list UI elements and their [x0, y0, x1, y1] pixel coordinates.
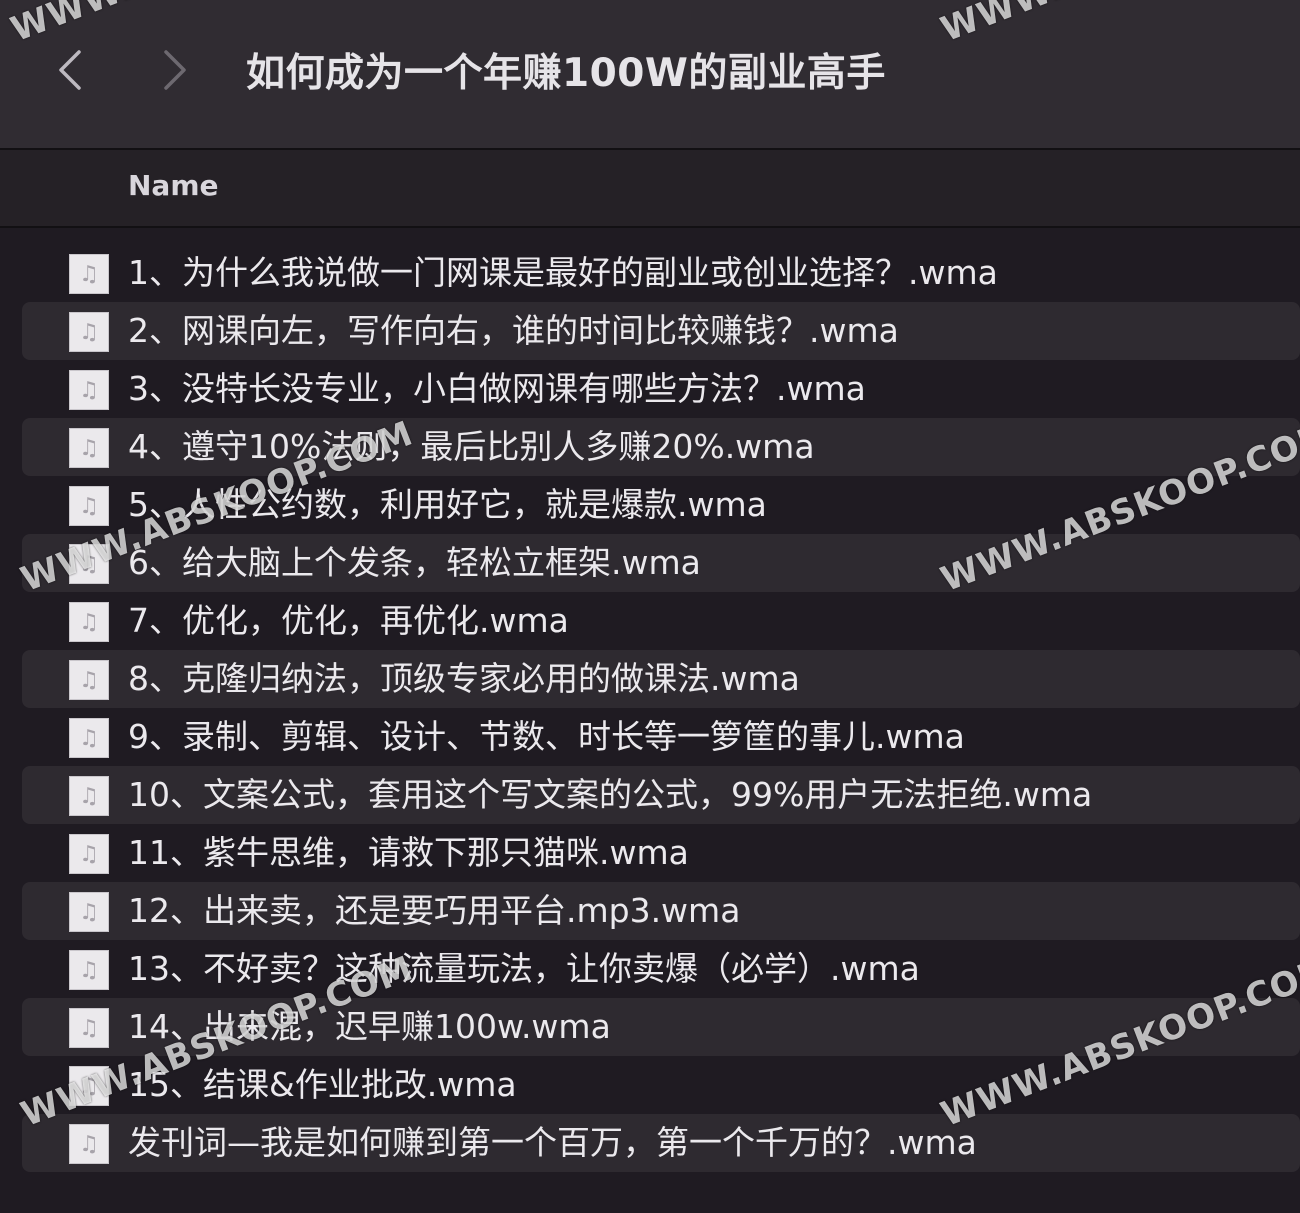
audio-file-icon: ♫: [69, 370, 109, 410]
file-name: 10、文案公式，套用这个写文案的公式，99%用户无法拒绝.wma: [128, 775, 1093, 814]
file-name: 15、结课&作业批改.wma: [128, 1065, 517, 1104]
file-row[interactable]: ♫ 11、紫牛思维，请救下那只猫咪.wma: [22, 824, 1300, 882]
name-column-header[interactable]: Name: [128, 169, 219, 202]
audio-file-icon: ♫: [69, 428, 109, 468]
file-name: 3、没特长没专业，小白做网课有哪些方法？.wma: [128, 369, 866, 408]
audio-file-icon: ♫: [69, 660, 109, 700]
file-name: 7、优化，优化，再优化.wma: [128, 601, 569, 640]
back-button[interactable]: [40, 38, 100, 102]
file-row[interactable]: ♫ 14、出来混，迟早赚100w.wma: [22, 998, 1300, 1056]
audio-file-icon: ♫: [69, 486, 109, 526]
file-name: 2、网课向左，写作向右，谁的时间比较赚钱？.wma: [128, 311, 899, 350]
audio-file-icon: ♫: [69, 950, 109, 990]
titlebar: 如何成为一个年赚100W的副业高手: [0, 0, 1300, 150]
file-name: 12、出来卖，还是要巧用平台.mp3.wma: [128, 891, 741, 930]
finder-window: 如何成为一个年赚100W的副业高手 Name ♫ 1、为什么我说做一门网课是最好的…: [0, 0, 1300, 1213]
file-name: 14、出来混，迟早赚100w.wma: [128, 1007, 611, 1046]
file-name: 5、人性公约数，利用好它，就是爆款.wma: [128, 485, 767, 524]
file-row[interactable]: ♫ 5、人性公约数，利用好它，就是爆款.wma: [22, 476, 1300, 534]
file-name: 发刊词—我是如何赚到第一个百万，第一个千万的？.wma: [128, 1123, 977, 1162]
audio-file-icon: ♫: [69, 834, 109, 874]
file-row[interactable]: ♫ 8、克隆归纳法，顶级专家必用的做课法.wma: [22, 650, 1300, 708]
chevron-left-icon: [59, 50, 81, 90]
file-row[interactable]: ♫ 9、录制、剪辑、设计、节数、时长等一箩筐的事儿.wma: [22, 708, 1300, 766]
chevron-right-icon: [164, 50, 186, 90]
file-name: 9、录制、剪辑、设计、节数、时长等一箩筐的事儿.wma: [128, 717, 965, 756]
audio-file-icon: ♫: [69, 1066, 109, 1106]
file-row[interactable]: ♫ 12、出来卖，还是要巧用平台.mp3.wma: [22, 882, 1300, 940]
audio-file-icon: ♫: [69, 602, 109, 642]
file-name: 1、为什么我说做一门网课是最好的副业或创业选择？.wma: [128, 253, 998, 292]
file-row[interactable]: ♫ 2、网课向左，写作向右，谁的时间比较赚钱？.wma: [22, 302, 1300, 360]
file-row[interactable]: ♫ 15、结课&作业批改.wma: [22, 1056, 1300, 1114]
audio-file-icon: ♫: [69, 892, 109, 932]
file-name: 6、给大脑上个发条，轻松立框架.wma: [128, 543, 701, 582]
file-name: 13、不好卖？这种流量玩法，让你卖爆（必学）.wma: [128, 949, 920, 988]
forward-button[interactable]: [145, 38, 205, 102]
file-row[interactable]: ♫ 10、文案公式，套用这个写文案的公式，99%用户无法拒绝.wma: [22, 766, 1300, 824]
file-row[interactable]: ♫ 3、没特长没专业，小白做网课有哪些方法？.wma: [22, 360, 1300, 418]
column-header: Name: [0, 150, 1300, 228]
file-list: ♫ 1、为什么我说做一门网课是最好的副业或创业选择？.wma ♫ 2、网课向左，写作向…: [0, 244, 1300, 1172]
file-row[interactable]: ♫ 6、给大脑上个发条，轻松立框架.wma: [22, 534, 1300, 592]
file-name: 11、紫牛思维，请救下那只猫咪.wma: [128, 833, 689, 872]
window-title: 如何成为一个年赚100W的副业高手: [246, 51, 886, 96]
file-name: 4、遵守10%法则，最后比别人多赚20%.wma: [128, 427, 815, 466]
file-row[interactable]: ♫ 1、为什么我说做一门网课是最好的副业或创业选择？.wma: [22, 244, 1300, 302]
file-row[interactable]: ♫ 13、不好卖？这种流量玩法，让你卖爆（必学）.wma: [22, 940, 1300, 998]
audio-file-icon: ♫: [69, 718, 109, 758]
file-row[interactable]: ♫ 4、遵守10%法则，最后比别人多赚20%.wma: [22, 418, 1300, 476]
file-name: 8、克隆归纳法，顶级专家必用的做课法.wma: [128, 659, 800, 698]
audio-file-icon: ♫: [69, 544, 109, 584]
file-row[interactable]: ♫ 7、优化，优化，再优化.wma: [22, 592, 1300, 650]
audio-file-icon: ♫: [69, 1124, 109, 1164]
file-row[interactable]: ♫ 发刊词—我是如何赚到第一个百万，第一个千万的？.wma: [22, 1114, 1300, 1172]
audio-file-icon: ♫: [69, 776, 109, 816]
audio-file-icon: ♫: [69, 1008, 109, 1048]
audio-file-icon: ♫: [69, 312, 109, 352]
audio-file-icon: ♫: [69, 254, 109, 294]
